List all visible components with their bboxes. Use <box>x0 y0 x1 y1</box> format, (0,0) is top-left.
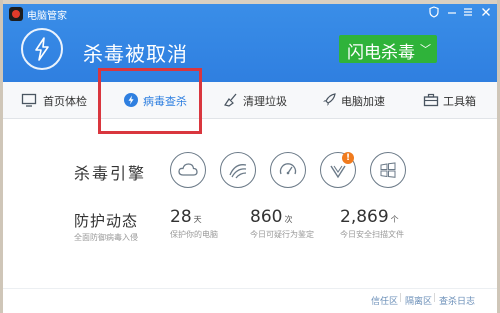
minimize-icon[interactable] <box>445 6 459 20</box>
quarantine-link[interactable]: 隔离区 <box>405 294 432 307</box>
stat-unit: 个 <box>390 215 399 224</box>
stat-suspicious-checks: 860 次 今日可疑行为鉴定 <box>250 207 314 247</box>
menu-icon[interactable] <box>461 6 475 20</box>
app-logo-icon <box>9 7 23 21</box>
stat-unit: 天 <box>193 215 202 224</box>
nav-item-checkup[interactable]: 首页体检 <box>21 82 101 118</box>
nav-item-clean[interactable]: 清理垃圾 <box>223 82 303 118</box>
divider: | <box>399 293 403 303</box>
scan-log-link[interactable]: 查杀日志 <box>439 294 475 307</box>
header: 电脑管家 杀毒被取消 闪电杀毒 ﹀ <box>3 4 497 82</box>
nav-label: 清理垃圾 <box>243 95 287 108</box>
annotation-highlight-box <box>98 68 202 134</box>
divider: | <box>433 293 437 303</box>
app-title: 电脑管家 <box>27 11 67 22</box>
stat-desc: 保护你的电脑 <box>170 230 218 239</box>
monitor-icon <box>21 92 37 108</box>
broom-icon <box>223 92 239 108</box>
nav-label: 首页体检 <box>43 95 87 108</box>
trust-zone-link[interactable]: 信任区 <box>371 294 398 307</box>
stat-value: 860 <box>250 207 283 227</box>
nav-item-speedup[interactable]: 电脑加速 <box>321 82 401 118</box>
lightning-shield-icon <box>21 28 63 70</box>
scan-status-text: 杀毒被取消 <box>83 42 188 66</box>
stat-scanned-files: 2,869 个 今日安全扫描文件 <box>340 207 404 247</box>
stat-protect-days: 28 天 保护你的电脑 <box>170 207 218 247</box>
cloud-engine-icon[interactable] <box>170 152 206 188</box>
warning-badge: ! <box>342 152 354 164</box>
footer: 信任区 | 隔离区 | 查杀日志 <box>3 288 497 313</box>
app-window: 电脑管家 杀毒被取消 闪电杀毒 ﹀ 首页体检 病毒查杀 清理垃圾 电脑加速 工具… <box>0 0 500 313</box>
nav-label: 工具箱 <box>443 95 476 108</box>
windows-engine-icon[interactable] <box>370 152 406 188</box>
stat-value: 2,869 <box>340 207 389 227</box>
toolbox-icon <box>423 92 439 108</box>
main-nav: 首页体检 病毒查杀 清理垃圾 电脑加速 工具箱 <box>3 82 497 119</box>
nav-item-toolbox[interactable]: 工具箱 <box>423 82 493 118</box>
chevron-down-icon[interactable]: ﹀ <box>420 41 431 57</box>
engine-section-label: 杀毒引擎 <box>74 164 147 183</box>
title-bar[interactable]: 电脑管家 <box>3 4 497 24</box>
defense-section-label: 防护动态 <box>74 212 139 230</box>
shield-icon[interactable] <box>427 6 441 20</box>
wave-engine-icon[interactable] <box>220 152 256 188</box>
stat-value: 28 <box>170 207 192 227</box>
rocket-icon <box>321 92 337 108</box>
close-icon[interactable] <box>479 6 493 20</box>
stat-unit: 次 <box>284 215 293 224</box>
stat-desc: 今日安全扫描文件 <box>340 230 404 239</box>
flash-scan-label: 闪电杀毒 <box>347 43 415 63</box>
nav-label: 电脑加速 <box>341 95 385 108</box>
stat-desc: 今日可疑行为鉴定 <box>250 230 314 239</box>
flash-scan-button[interactable]: 闪电杀毒 ﹀ <box>339 35 437 63</box>
defense-subtitle: 全面防御病毒入侵 <box>74 233 138 242</box>
gauge-engine-icon[interactable] <box>270 152 306 188</box>
